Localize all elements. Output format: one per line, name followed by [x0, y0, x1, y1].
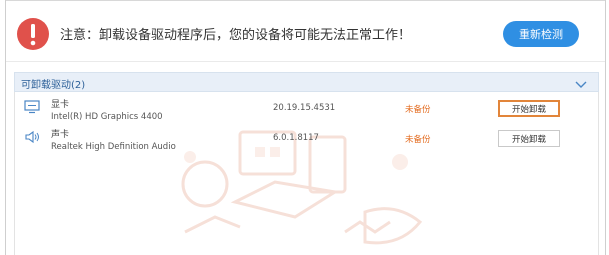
backup-status: 未备份 [405, 135, 431, 145]
window-right-border [605, 0, 606, 255]
backup-status: 未备份 [405, 105, 431, 115]
uninstallable-drivers-header[interactable]: 可卸载驱动(2) [14, 72, 599, 92]
uninstall-button[interactable]: 开始卸载 [498, 100, 560, 117]
window-left-border [5, 0, 6, 255]
window-top-border [5, 0, 606, 1]
driver-list: 显卡 Intel(R) HD Graphics 4400 20.19.15.45… [14, 92, 599, 255]
divider [6, 61, 605, 62]
table-row: 声卡 Realtek High Definition Audio 6.0.1.8… [15, 125, 600, 155]
display-icon [24, 99, 40, 118]
device-name: Intel(R) HD Graphics 4400 [51, 112, 163, 122]
warning-message: 注意：卸载设备驱动程序后，您的设备将可能无法正常工作！ [60, 28, 412, 43]
driver-version: 6.0.1.8117 [273, 133, 319, 143]
device-category: 声卡 [51, 130, 70, 140]
device-category: 显卡 [51, 100, 70, 110]
device-name: Realtek High Definition Audio [51, 142, 176, 152]
driver-version: 20.19.15.4531 [273, 103, 336, 113]
section-title: 可卸载驱动(2) [21, 80, 86, 91]
uninstall-button[interactable]: 开始卸载 [498, 130, 560, 147]
rescan-button[interactable]: 重新检测 [503, 21, 579, 47]
warning-icon [17, 18, 49, 50]
speaker-icon [24, 129, 40, 148]
table-row: 显卡 Intel(R) HD Graphics 4400 20.19.15.45… [15, 95, 600, 125]
